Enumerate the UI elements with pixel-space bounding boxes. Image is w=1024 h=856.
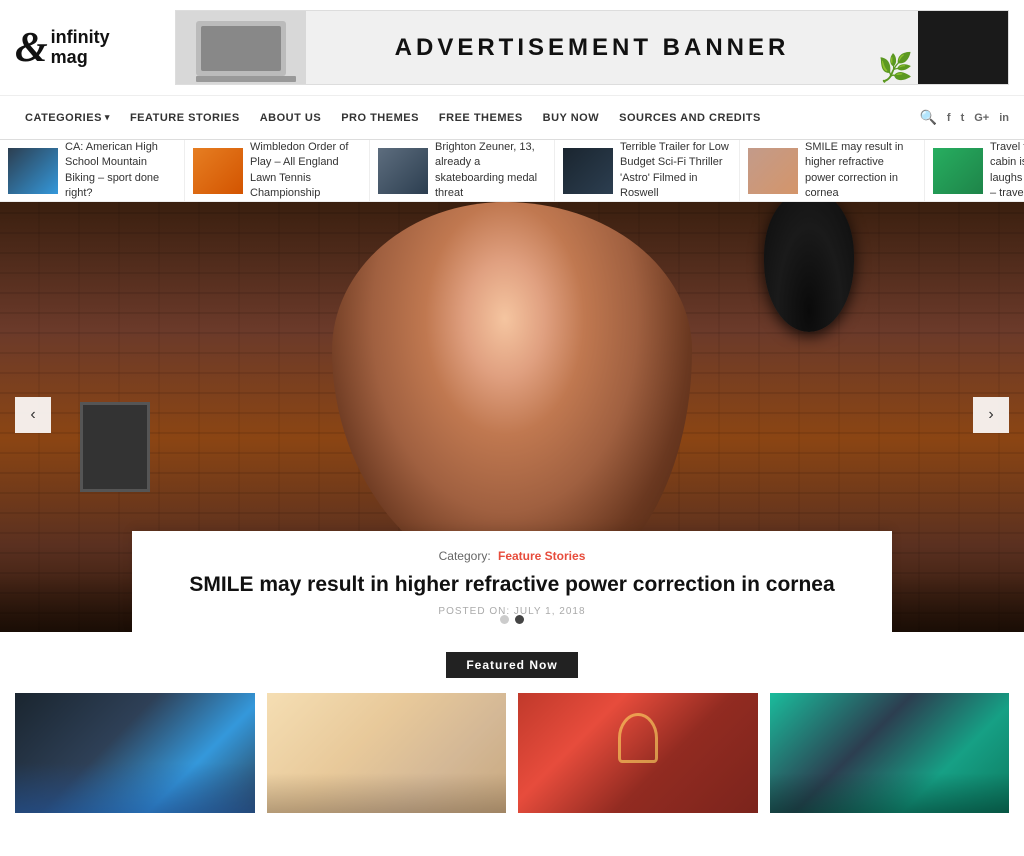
featured-header: Featured Now (15, 652, 1009, 678)
nav-item-feature-stories[interactable]: FEATURE STORIES (120, 96, 250, 140)
slider-prev-button[interactable]: ‹ (15, 397, 51, 433)
ticker-text-4: Terrible Trailer for Low Budget Sci-Fi T… (620, 140, 731, 201)
nav-item-pro-themes[interactable]: PRO THEMES (331, 96, 429, 140)
ticker-text-6: Travel to Minnesota cabin is met with la… (990, 140, 1024, 201)
category-link[interactable]: Feature Stories (498, 549, 585, 563)
google-plus-icon[interactable]: G+ (974, 112, 989, 124)
nav-item-about-us[interactable]: ABOUT US (250, 96, 331, 140)
card-image-3 (518, 693, 758, 813)
nav-item-sources-credits[interactable]: SOURCES AND CREDITS (609, 96, 771, 140)
nav-item-buy-now[interactable]: BUY NOW (533, 96, 609, 140)
ticker-thumb-5 (748, 148, 798, 194)
caption-category-line: Category: Feature Stories (162, 549, 862, 563)
slider-dots (500, 615, 524, 624)
nav-item-categories[interactable]: CATEGORIES ▾ (15, 96, 120, 140)
ticker-bar: CA: American High School Mountain Biking… (0, 140, 1024, 202)
logo-symbol: & (15, 27, 48, 69)
ad-text: ADVERTISEMENT BANNER (395, 34, 790, 62)
slider-next-button[interactable]: › (973, 397, 1009, 433)
card-image-1 (15, 693, 255, 813)
card-image-2 (267, 693, 507, 813)
ticker-item-6[interactable]: Travel to Minnesota cabin is met with la… (925, 140, 1024, 201)
ticker-thumb-2 (193, 148, 243, 194)
ticker-thumb-3 (378, 148, 428, 194)
ticker-text-1: CA: American High School Mountain Biking… (65, 140, 176, 201)
search-icon[interactable]: 🔍 (919, 109, 936, 126)
dot-1[interactable] (500, 615, 509, 624)
nav-right: 🔍 f t G+ in (919, 109, 1009, 126)
twitter-icon[interactable]: t (961, 112, 965, 124)
featured-card-2[interactable] (267, 693, 507, 813)
ad-banner: ADVERTISEMENT BANNER 🌿 (175, 10, 1009, 85)
ticker-text-5: SMILE may result in higher refractive po… (805, 140, 916, 201)
linkedin-icon[interactable]: in (999, 112, 1009, 124)
facebook-icon[interactable]: f (947, 112, 951, 124)
header: & infinity mag ADVERTISEMENT BANNER 🌿 (0, 0, 1024, 96)
slider: Category: Feature Stories SMILE may resu… (0, 202, 1024, 632)
logo[interactable]: & infinity mag (15, 27, 155, 69)
nav-item-free-themes[interactable]: FREE THEMES (429, 96, 533, 140)
navigation: CATEGORIES ▾ FEATURE STORIES ABOUT US PR… (0, 96, 1024, 140)
featured-card-4[interactable] (770, 693, 1010, 813)
ticker-item-5[interactable]: SMILE may result in higher refractive po… (740, 140, 925, 201)
dot-2[interactable] (515, 615, 524, 624)
ticker-text-2: Wimbledon Order of Play – All England La… (250, 140, 361, 201)
ticker-text-3: Brighton Zeuner, 13, already a skateboar… (435, 140, 546, 201)
logo-text: infinity mag (51, 28, 110, 68)
featured-grid (15, 693, 1009, 813)
featured-section: Featured Now (0, 632, 1024, 823)
featured-card-1[interactable] (15, 693, 255, 813)
ticker-thumb-4 (563, 148, 613, 194)
ticker-item-4[interactable]: Terrible Trailer for Low Budget Sci-Fi T… (555, 140, 740, 201)
plant-icon: 🌿 (878, 51, 913, 84)
card-image-4 (770, 693, 1010, 813)
ticker-thumb-1 (8, 148, 58, 194)
ticker-thumb-6 (933, 148, 983, 194)
featured-badge: Featured Now (446, 652, 577, 678)
nav-items: CATEGORIES ▾ FEATURE STORIES ABOUT US PR… (15, 96, 919, 140)
wall-frame (80, 402, 150, 492)
slider-title: SMILE may result in higher refractive po… (162, 571, 862, 598)
ticker-item-3[interactable]: Brighton Zeuner, 13, already a skateboar… (370, 140, 555, 201)
ticker-item-2[interactable]: Wimbledon Order of Play – All England La… (185, 140, 370, 201)
featured-card-3[interactable] (518, 693, 758, 813)
ticker-item-1[interactable]: CA: American High School Mountain Biking… (0, 140, 185, 201)
